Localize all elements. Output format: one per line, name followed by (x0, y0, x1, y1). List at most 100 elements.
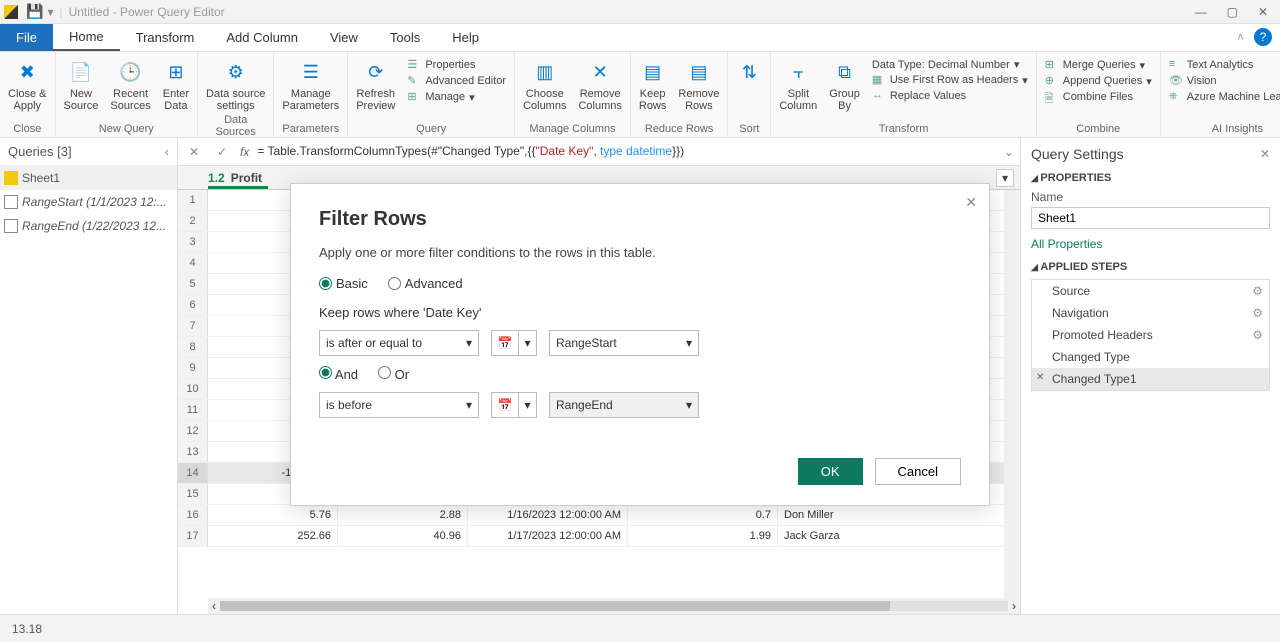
choose-columns-button[interactable]: ▥Choose Columns (523, 56, 566, 112)
gear-icon[interactable]: ⚙ (1252, 328, 1263, 342)
gear-icon[interactable]: ⚙ (1252, 284, 1263, 298)
all-properties-link[interactable]: All Properties (1031, 237, 1102, 251)
first-row-headers-button[interactable]: ▦Use First Row as Headers ▾ (872, 73, 1028, 87)
gear-icon[interactable]: ⚙ (1252, 306, 1263, 320)
vertical-scrollbar[interactable] (1004, 190, 1020, 598)
window-title: Untitled - Power Query Editor (69, 5, 225, 19)
table-row[interactable]: 17252.6640.961/17/2023 12:00:00 AM1.99Ja… (178, 526, 1020, 547)
radio-advanced[interactable] (388, 277, 401, 290)
tab-tools[interactable]: Tools (374, 24, 436, 51)
tab-transform[interactable]: Transform (120, 24, 211, 51)
logic-and[interactable]: And (319, 366, 358, 382)
close-settings-icon[interactable]: ✕ (1260, 147, 1270, 161)
logic-or[interactable]: Or (378, 366, 409, 382)
replace-values-button[interactable]: ↔Replace Values (872, 89, 1028, 103)
vision-button[interactable]: 👁Vision (1169, 74, 1280, 88)
data-type-button[interactable]: Data Type: Decimal Number ▾ (872, 58, 1028, 71)
group-ai-insights: AI Insights (1169, 121, 1280, 135)
remove-rows-button[interactable]: ▤Remove Rows (678, 56, 719, 112)
text-analytics-button[interactable]: ≡Text Analytics (1169, 58, 1280, 72)
settings-title: Query Settings (1031, 146, 1124, 162)
horizontal-scrollbar[interactable]: ‹ › (208, 598, 1020, 614)
query-name-input[interactable] (1031, 207, 1270, 229)
maximize-icon[interactable]: ▢ (1227, 5, 1238, 19)
radio-basic[interactable] (319, 277, 332, 290)
radio-and[interactable] (319, 366, 332, 379)
tab-help[interactable]: Help (436, 24, 495, 51)
expand-formula-icon[interactable]: ⌄ (1004, 145, 1014, 159)
value2-select[interactable]: RangeEnd▾ (549, 392, 699, 418)
sort-button[interactable]: ⇅ (736, 56, 762, 86)
cancel-button[interactable]: Cancel (875, 458, 961, 485)
tab-add-column[interactable]: Add Column (210, 24, 314, 51)
text-analytics-icon: ≡ (1169, 58, 1183, 72)
append-queries-button[interactable]: ⊕Append Queries ▾ (1045, 74, 1152, 88)
editor-icon: ✎ (407, 74, 421, 88)
group-transform: Transform (779, 121, 1027, 135)
scroll-right-icon[interactable]: › (1012, 599, 1016, 613)
minimize-icon[interactable]: — (1195, 5, 1207, 19)
close-apply-button[interactable]: ✖︎Close & Apply (8, 56, 47, 112)
fx-icon[interactable]: fx (240, 145, 249, 159)
filter-rows-dialog: ✕ Filter Rows Apply one or more filter c… (290, 183, 990, 506)
save-icon[interactable]: 💾 (26, 3, 43, 20)
query-item-sheet1[interactable]: Sheet1 (0, 166, 177, 190)
help-icon[interactable]: ? (1254, 28, 1272, 46)
tab-home[interactable]: Home (53, 24, 120, 51)
column-filter-icon[interactable]: ▾ (996, 169, 1014, 187)
close-icon[interactable]: ✕ (1258, 5, 1268, 19)
applied-step[interactable]: Promoted Headers⚙ (1032, 324, 1269, 346)
column-name: Profit (231, 171, 262, 185)
merge-queries-button[interactable]: ⊞Merge Queries ▾ (1045, 58, 1152, 72)
table-row[interactable]: 165.762.881/16/2023 12:00:00 AM0.7Don Mi… (178, 505, 1020, 526)
query-item-rangestart[interactable]: RangeStart (1/1/2023 12:... (0, 190, 177, 214)
queries-pane: Queries [3] ‹ Sheet1 RangeStart (1/1/202… (0, 138, 178, 614)
tab-file[interactable]: File (0, 24, 53, 51)
operator2-select[interactable]: is before▾ (319, 392, 479, 418)
recent-sources-button[interactable]: 🕒Recent Sources (110, 56, 150, 112)
tab-view[interactable]: View (314, 24, 374, 51)
query-item-rangeend[interactable]: RangeEnd (1/22/2023 12... (0, 214, 177, 238)
properties-button[interactable]: ☰Properties (407, 58, 506, 72)
applied-step[interactable]: Navigation⚙ (1032, 302, 1269, 324)
operator1-select[interactable]: is after or equal to▾ (319, 330, 479, 356)
scroll-left-icon[interactable]: ‹ (212, 599, 216, 613)
value-type2-dropdown[interactable]: ▾ (519, 392, 537, 418)
cancel-formula-icon[interactable]: ✕ (184, 145, 204, 159)
refresh-preview-button[interactable]: ⟳Refresh Preview (356, 56, 395, 112)
manage-button[interactable]: ⊞Manage ▾ (407, 90, 506, 104)
properties-icon: ☰ (407, 58, 421, 72)
mode-advanced[interactable]: Advanced (388, 276, 463, 291)
remove-columns-button[interactable]: ✕Remove Columns (578, 56, 621, 112)
applied-step[interactable]: Changed Type1 (1032, 368, 1269, 390)
applied-step[interactable]: Source⚙ (1032, 280, 1269, 302)
qat-dropdown[interactable]: ▾ (47, 5, 53, 19)
group-by-button[interactable]: ⧉Group By (829, 56, 860, 112)
enter-data-button[interactable]: ⊞Enter Data (163, 56, 189, 112)
formula-input[interactable]: = Table.TransformColumnTypes(#"Changed T… (257, 144, 996, 159)
mode-basic[interactable]: Basic (319, 276, 368, 291)
value-type2-button[interactable]: 📅 (491, 392, 519, 418)
queries-title: Queries [3] (8, 144, 72, 159)
radio-or[interactable] (378, 366, 391, 379)
value-type1-button[interactable]: 📅 (491, 330, 519, 356)
group-new-query: New Query (64, 121, 190, 135)
ribbon-collapse-icon[interactable]: ˄ (1237, 30, 1244, 44)
split-column-button[interactable]: ⫟Split Column (779, 56, 817, 112)
azure-ml-button[interactable]: ⎈Azure Machine Learning (1169, 90, 1280, 104)
combine-files-button[interactable]: 🗎Combine Files (1045, 90, 1152, 104)
value1-select[interactable]: RangeStart▾ (549, 330, 699, 356)
data-source-settings-button[interactable]: ⚙Data source settings (206, 56, 265, 112)
advanced-editor-button[interactable]: ✎Advanced Editor (407, 74, 506, 88)
headers-icon: ▦ (872, 73, 886, 87)
parameters-icon: ☰ (298, 60, 324, 86)
accept-formula-icon[interactable]: ✓ (212, 145, 232, 159)
dialog-close-icon[interactable]: ✕ (965, 194, 977, 211)
manage-parameters-button[interactable]: ☰Manage Parameters (282, 56, 339, 112)
value-type1-dropdown[interactable]: ▾ (519, 330, 537, 356)
applied-step[interactable]: Changed Type (1032, 346, 1269, 368)
collapse-queries-icon[interactable]: ‹ (165, 144, 169, 159)
new-source-button[interactable]: 📄New Source (64, 56, 99, 112)
keep-rows-button[interactable]: ▤Keep Rows (639, 56, 667, 112)
ok-button[interactable]: OK (798, 458, 863, 485)
